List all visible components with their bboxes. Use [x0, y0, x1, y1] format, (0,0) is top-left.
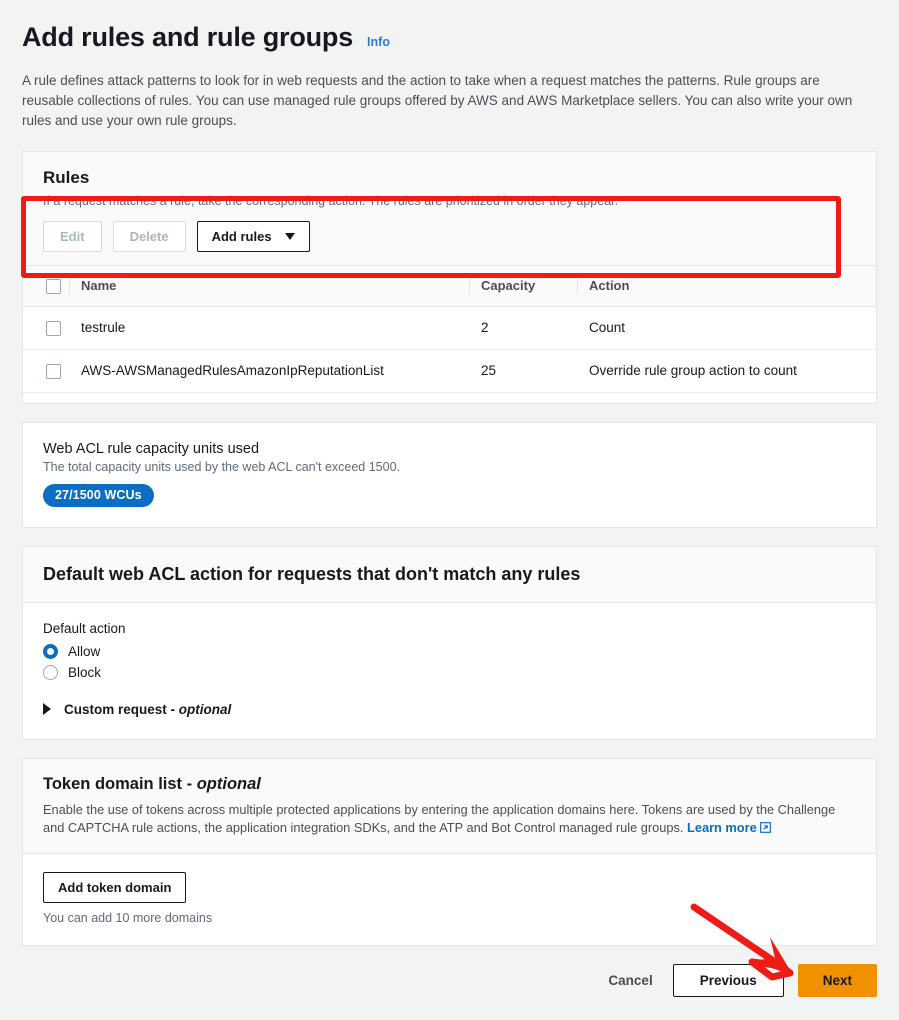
table-footer-strip [23, 392, 876, 403]
chevron-down-icon [284, 232, 295, 240]
cancel-button[interactable]: Cancel [602, 965, 658, 996]
cell-rule-capacity: 2 [481, 306, 589, 350]
radio-option-block[interactable]: Block [43, 664, 856, 680]
custom-request-optional: optional [178, 701, 232, 717]
delete-button[interactable]: Delete [112, 220, 186, 252]
select-all-header [23, 265, 81, 306]
rules-panel-header: Rules If a request matches a rule, take … [23, 151, 876, 265]
external-link-icon [759, 822, 771, 834]
token-domain-hint: You can add 10 more domains [43, 910, 213, 925]
table-row[interactable]: testrule 2 Count [23, 306, 876, 350]
chevron-right-icon [43, 703, 51, 716]
token-domain-description: Enable the use of tokens across multiple… [43, 801, 843, 838]
row-checkbox[interactable] [46, 363, 61, 379]
token-domain-header: Token domain list - optional Enable the … [23, 758, 876, 854]
rules-panel-title: Rules [43, 167, 90, 187]
learn-more-label: Learn more [687, 820, 757, 836]
rules-action-bar: Edit Delete Add rules [43, 208, 856, 265]
default-action-body: Default action Allow Block Custom reques… [23, 603, 876, 739]
radio-allow[interactable] [43, 643, 58, 659]
capacity-subtitle: The total capacity units used by the web… [43, 459, 401, 474]
next-button[interactable]: Next [797, 963, 877, 998]
default-action-panel: Default web ACL action for requests that… [22, 545, 877, 740]
default-action-title: Default web ACL action for requests that… [43, 563, 581, 584]
rules-table-head: Name Capacity Action [23, 265, 876, 307]
token-domain-panel: Token domain list - optional Enable the … [22, 757, 877, 946]
default-action-label: Default action [43, 620, 126, 636]
custom-request-expander[interactable]: Custom request - optional [43, 702, 856, 717]
title-row: Add rules and rule groups Info [22, 22, 877, 53]
radio-option-allow[interactable]: Allow [43, 643, 856, 659]
cell-rule-action: Override rule group action to count [589, 349, 876, 393]
row-select-cell [23, 349, 81, 393]
radio-allow-label: Allow [68, 643, 101, 659]
row-select-cell [23, 306, 81, 350]
rules-table: Name Capacity Action testrule 2 Count AW… [23, 265, 876, 393]
add-rules-page: Add rules and rule groups Info A rule de… [0, 0, 899, 1020]
token-domain-body: Add token domain You can add 10 more dom… [23, 854, 876, 945]
rules-table-header-row: Name Capacity Action [23, 265, 876, 307]
page-title: Add rules and rule groups [22, 22, 354, 52]
rules-panel-subtitle: If a request matches a rule, take the co… [43, 193, 619, 208]
page-header: Add rules and rule groups Info A rule de… [0, 0, 899, 131]
default-action-header: Default web ACL action for requests that… [23, 546, 876, 603]
info-link[interactable]: Info [367, 35, 390, 49]
rules-table-body: testrule 2 Count AWS-AWSManagedRulesAmaz… [23, 306, 876, 393]
token-domain-title: Token domain list - optional [43, 775, 856, 794]
capacity-title: Web ACL rule capacity units used [43, 440, 260, 457]
cell-rule-action: Count [589, 306, 876, 350]
add-rules-button[interactable]: Add rules [196, 220, 310, 252]
custom-request-label: Custom request - optional [64, 702, 231, 717]
table-row[interactable]: AWS-AWSManagedRulesAmazonIpReputationLis… [23, 349, 876, 393]
column-header-capacity[interactable]: Capacity [469, 265, 589, 306]
column-header-action[interactable]: Action [577, 265, 876, 306]
capacity-panel: Web ACL rule capacity units used The tot… [22, 421, 877, 528]
token-domain-title-text: Token domain list - [43, 774, 197, 793]
wizard-footer: Cancel Previous Next [0, 946, 899, 998]
page-description: A rule defines attack patterns to look f… [22, 73, 853, 128]
radio-block-label: Block [68, 664, 102, 680]
column-header-name[interactable]: Name [69, 265, 481, 306]
token-domain-optional: optional [196, 774, 261, 793]
add-token-domain-button[interactable]: Add token domain [43, 871, 187, 903]
previous-button[interactable]: Previous [672, 963, 784, 998]
edit-button[interactable]: Edit [43, 220, 102, 252]
learn-more-link[interactable]: Learn more [687, 820, 771, 835]
add-rules-label: Add rules [211, 228, 272, 244]
radio-block[interactable] [43, 664, 58, 680]
wcu-badge: 27/1500 WCUs [43, 483, 154, 507]
custom-request-text: Custom request - [64, 701, 179, 717]
rules-panel: Rules If a request matches a rule, take … [21, 150, 877, 404]
row-checkbox[interactable] [46, 320, 61, 336]
select-all-checkbox[interactable] [46, 279, 61, 295]
cell-rule-name: testrule [81, 306, 481, 350]
cell-rule-name: AWS-AWSManagedRulesAmazonIpReputationLis… [81, 349, 481, 393]
cell-rule-capacity: 25 [481, 349, 589, 393]
